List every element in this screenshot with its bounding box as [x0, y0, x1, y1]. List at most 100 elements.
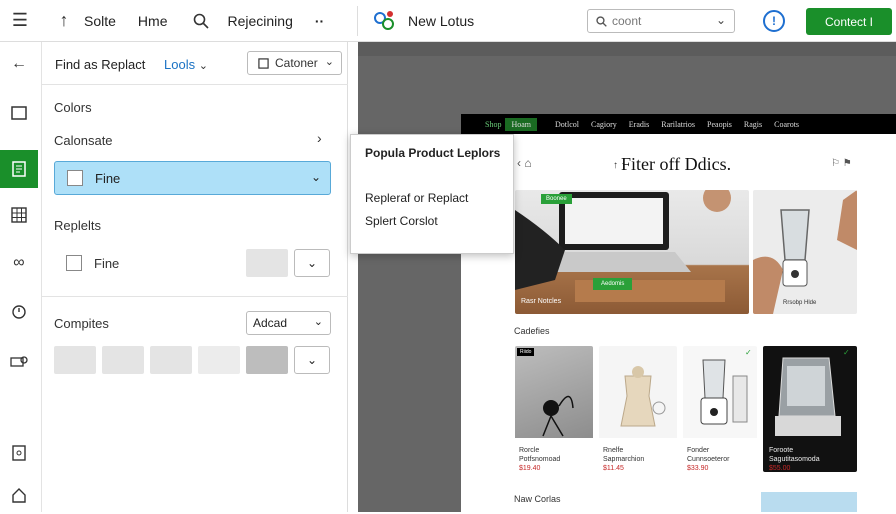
tools-dropdown[interactable]: Lools ⌄: [164, 57, 208, 72]
product-label: Fonder Cunnsoeteror $33.90: [687, 446, 729, 472]
product-popover: Popula Product Leplors Repleraf or Repla…: [350, 134, 514, 254]
toolbar-item-hme[interactable]: Hme: [138, 13, 168, 29]
product-price: $33.90: [687, 465, 709, 472]
product-name: Rorcle: [519, 447, 540, 454]
added-select-value: Adcad: [253, 316, 288, 330]
page-preview[interactable]: Shop Hoam Dotlcol Cagiory Eradis Rarilat…: [461, 114, 896, 512]
product-card[interactable]: ✓ Fonder Cunnsoeteror $33.90: [683, 346, 757, 472]
connect-button[interactable]: Contect I: [806, 8, 892, 35]
preview-nav-item[interactable]: Ragis: [744, 120, 762, 129]
timer-icon[interactable]: [0, 292, 38, 330]
fine-checkbox-label: Fine: [94, 256, 120, 271]
find-replace-panel: Find as Replact Lools ⌄ Catoner ⌄ Colors…: [42, 42, 348, 512]
fine-select-value: Fine: [95, 170, 121, 186]
preview-nav: Shop Hoam Dotlcol Cagiory Eradis Rarilat…: [461, 114, 896, 134]
preview-nav-item[interactable]: Hoam: [505, 117, 538, 131]
toolbar-item-solte[interactable]: Solte: [84, 13, 116, 29]
link-icon[interactable]: ∞: [0, 244, 38, 282]
hero-image-laptop: Boonee Aedomis Rasr Notcles: [515, 190, 749, 314]
container-select-value: Catoner: [275, 56, 318, 70]
layers-icon[interactable]: [0, 342, 38, 380]
preview-nav-item[interactable]: Shop: [485, 120, 501, 129]
page-icon[interactable]: [0, 94, 38, 132]
toolbar-item-rejecining[interactable]: Rejecining: [227, 13, 292, 29]
search-input[interactable]: coont ⌄: [587, 9, 735, 33]
color-swatch[interactable]: [246, 346, 288, 374]
popover-item-replace[interactable]: Repleraf or Replact: [365, 191, 468, 205]
product-price: $19.40: [519, 465, 541, 472]
back-chevron-icon[interactable]: ‹ ⌂: [517, 156, 532, 170]
hero-image-blender: Rrsobp Hlde: [753, 190, 857, 314]
fine-checkbox[interactable]: [66, 255, 82, 271]
divider: [42, 296, 348, 297]
product-illustration: [700, 359, 748, 425]
info-alert-icon[interactable]: !: [763, 10, 785, 32]
color-swatch[interactable]: [102, 346, 144, 374]
panel-title: Find as Replact: [55, 57, 146, 72]
laptop-illustration: [515, 190, 731, 302]
color-swatch[interactable]: [54, 346, 96, 374]
search-icon[interactable]: [189, 0, 213, 42]
replects-heading: Replelts: [54, 218, 101, 233]
color-swatch[interactable]: [150, 346, 192, 374]
product-card[interactable]: Riido Rorcle Potfsnomoad $19.40: [515, 346, 593, 472]
chevron-down-icon: ⌄: [715, 13, 726, 27]
hero-cta-button[interactable]: Aedomis: [593, 278, 633, 290]
chevron-down-icon: ⌄: [306, 256, 318, 270]
popover-item-corslot[interactable]: Splert Corslot: [365, 214, 438, 228]
document-icon[interactable]: [0, 434, 38, 472]
hero-badge: Boonee: [541, 194, 572, 204]
product-price: $55.00: [769, 465, 791, 472]
product-card[interactable]: ✓ Foroote Sagutitasomoda $55.00: [763, 346, 857, 472]
product-name: Fonder: [687, 447, 710, 454]
swatch-dropdown[interactable]: ⌄: [294, 346, 330, 374]
product-badge: Riido: [517, 348, 535, 356]
swatch-dropdown[interactable]: ⌄: [294, 249, 330, 277]
fine-select[interactable]: Fine ⌄: [54, 161, 331, 195]
categories-heading: Cadefies: [514, 326, 550, 336]
left-rail: ← ∞: [0, 42, 42, 512]
chevron-down-icon: ⌄: [324, 56, 334, 68]
product-label: Rnelfe Sapmarchion $11.45: [603, 446, 644, 472]
colors-heading: Colors: [54, 100, 92, 115]
search-placeholder: coont: [612, 14, 642, 28]
upload-arrow-icon[interactable]: ↑: [44, 0, 84, 42]
fine-swatch: [67, 170, 83, 186]
product-price: $11.45: [603, 465, 624, 472]
find-replace-icon[interactable]: [0, 150, 38, 188]
home-icon[interactable]: [0, 476, 38, 514]
container-select[interactable]: Catoner ⌄: [247, 51, 342, 75]
preview-nav-item[interactable]: Dotlcol: [555, 120, 579, 129]
search-icon: [596, 15, 607, 27]
added-select[interactable]: Adcad ⌄: [246, 311, 331, 335]
product-image: ✓: [763, 346, 857, 438]
hero-caption: Rasr Notcles: [521, 298, 562, 305]
preview-nav-item[interactable]: Peaopis: [707, 120, 732, 129]
color-swatch[interactable]: [246, 249, 288, 277]
hero-caption: Rrsobp Hlde: [783, 300, 817, 306]
product-illustration: [620, 366, 666, 427]
calonsate-row[interactable]: Calonsate: [54, 133, 113, 148]
hero-title: Fiter off Ddics.: [621, 154, 732, 174]
back-arrow-icon[interactable]: ←: [0, 45, 38, 83]
preview-nav-item[interactable]: Eradis: [629, 120, 649, 129]
share-icons[interactable]: ⚐ ⚑: [831, 158, 852, 169]
chevron-right-icon[interactable]: ›: [317, 130, 322, 146]
preview-nav-item[interactable]: Rarilatrios: [661, 120, 695, 129]
product-illustration: [775, 357, 841, 436]
preview-nav-item[interactable]: Cagiory: [591, 120, 617, 129]
new-section-image: [761, 492, 857, 512]
chevron-down-icon: ⌄: [198, 60, 208, 72]
preview-nav-item[interactable]: Coarots: [774, 120, 799, 129]
color-swatch[interactable]: [198, 346, 240, 374]
toolbar-divider: [357, 6, 358, 36]
product-image: ✓: [683, 346, 757, 438]
chevron-down-icon: ⌄: [313, 316, 323, 328]
more-icon[interactable]: ··: [315, 13, 324, 29]
product-card[interactable]: Rnelfe Sapmarchion $11.45: [599, 346, 677, 472]
menu-icon[interactable]: ☰: [0, 0, 40, 42]
chevron-down-icon: ⌄: [310, 170, 321, 184]
product-label: Rorcle Potfsnomoad $19.40: [519, 446, 560, 472]
grid-icon[interactable]: [0, 196, 38, 234]
product-desc: Sagutitasomoda: [769, 456, 820, 463]
